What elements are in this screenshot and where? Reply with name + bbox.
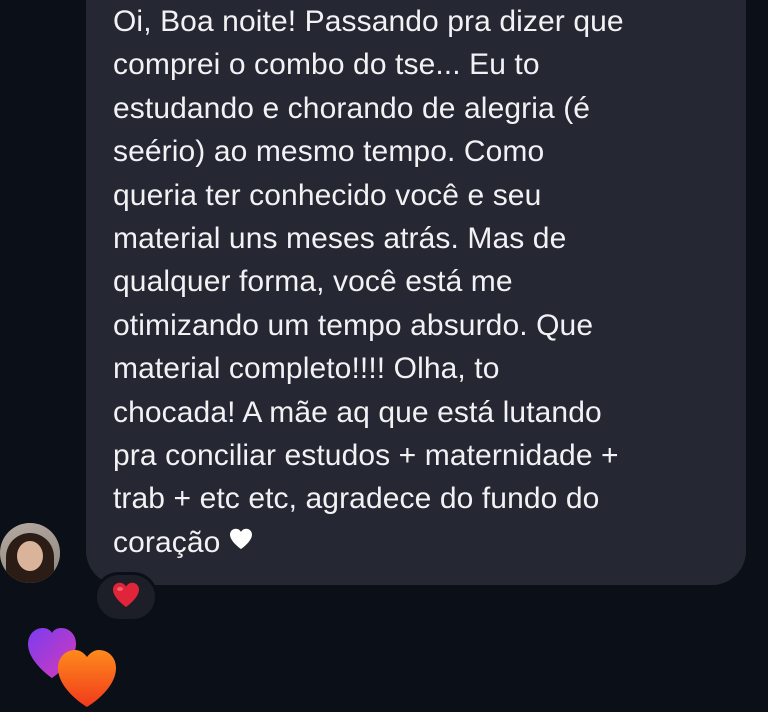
white-heart-icon [228, 520, 254, 563]
floating-hearts [24, 616, 134, 707]
message-line: coração [113, 525, 221, 559]
orange-heart-icon [58, 650, 116, 707]
message-last-line: coração [113, 521, 724, 564]
avatar[interactable] [0, 523, 60, 583]
message-line: Oi, Boa noite! Passando pra dizer que [113, 5, 624, 38]
message-line: qualquer forma, você está me [113, 265, 513, 299]
message-line: material completo!!!! Olha, to [113, 352, 500, 386]
message-text: Oi, Boa noite! Passando pra dizer que co… [113, 0, 724, 564]
message-line: trab + etc etc, agradece do fundo do [113, 482, 600, 516]
red-heart-icon [111, 581, 141, 614]
message-line: seério) ao mesmo tempo. Como [113, 135, 545, 169]
message-line: pra conciliar estudos + maternidade + [113, 439, 619, 473]
message-line: material uns meses atrás. Mas de [113, 222, 567, 256]
message-line: chocada! A mãe aq que está lutando [113, 395, 602, 429]
message-line: otimizando um tempo absurdo. Que [113, 308, 594, 342]
message-line: comprei o combo do tse... Eu to [113, 48, 540, 82]
message-line: queria ter conhecido você e seu [113, 178, 542, 212]
reaction-badge[interactable] [94, 572, 158, 622]
message-bubble[interactable]: Oi, Boa noite! Passando pra dizer que co… [86, 0, 746, 585]
message-line: estudando e chorando de alegria (é [113, 91, 591, 125]
